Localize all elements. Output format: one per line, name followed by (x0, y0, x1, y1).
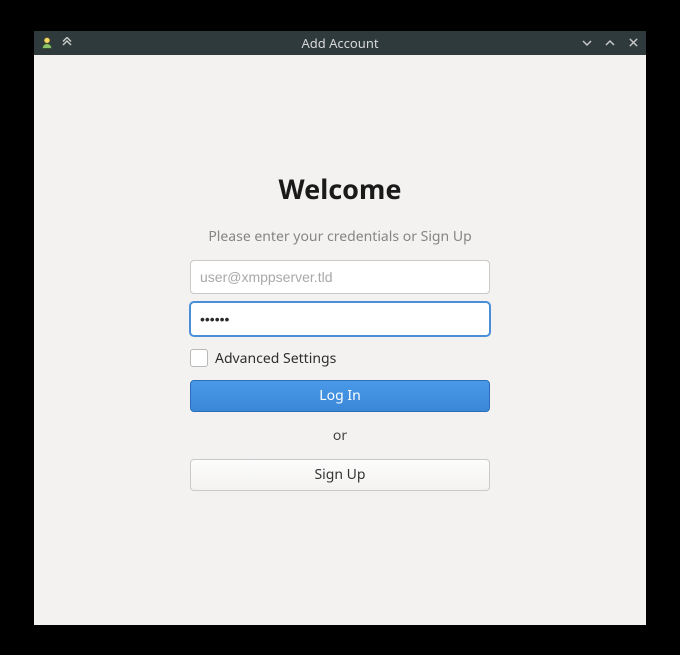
page-title: Welcome (279, 170, 402, 207)
titlebar: Add Account (34, 31, 646, 55)
content-area: Welcome Please enter your credentials or… (34, 55, 646, 625)
maximize-button[interactable] (603, 36, 617, 50)
add-account-window: Add Account Welcome Please enter your cr… (34, 31, 646, 625)
password-input[interactable] (190, 302, 490, 336)
advanced-settings-row: Advanced Settings (190, 349, 490, 368)
signup-button-label: Sign Up (314, 465, 365, 484)
or-separator: or (190, 426, 490, 445)
username-input[interactable] (190, 260, 490, 294)
rollup-icon[interactable] (60, 36, 74, 50)
window-title: Add Account (34, 34, 646, 52)
login-button[interactable]: Log In (190, 380, 490, 412)
advanced-settings-checkbox[interactable] (190, 349, 208, 367)
advanced-settings-label: Advanced Settings (215, 349, 336, 368)
login-form: Advanced Settings Log In or Sign Up (190, 260, 490, 491)
minimize-button[interactable] (580, 36, 594, 50)
login-button-label: Log In (319, 386, 360, 405)
app-icon (40, 36, 54, 50)
subtitle: Please enter your credentials or Sign Up (208, 227, 471, 246)
close-button[interactable] (626, 36, 640, 50)
signup-button[interactable]: Sign Up (190, 459, 490, 491)
titlebar-right (580, 36, 640, 50)
titlebar-left (40, 36, 74, 50)
